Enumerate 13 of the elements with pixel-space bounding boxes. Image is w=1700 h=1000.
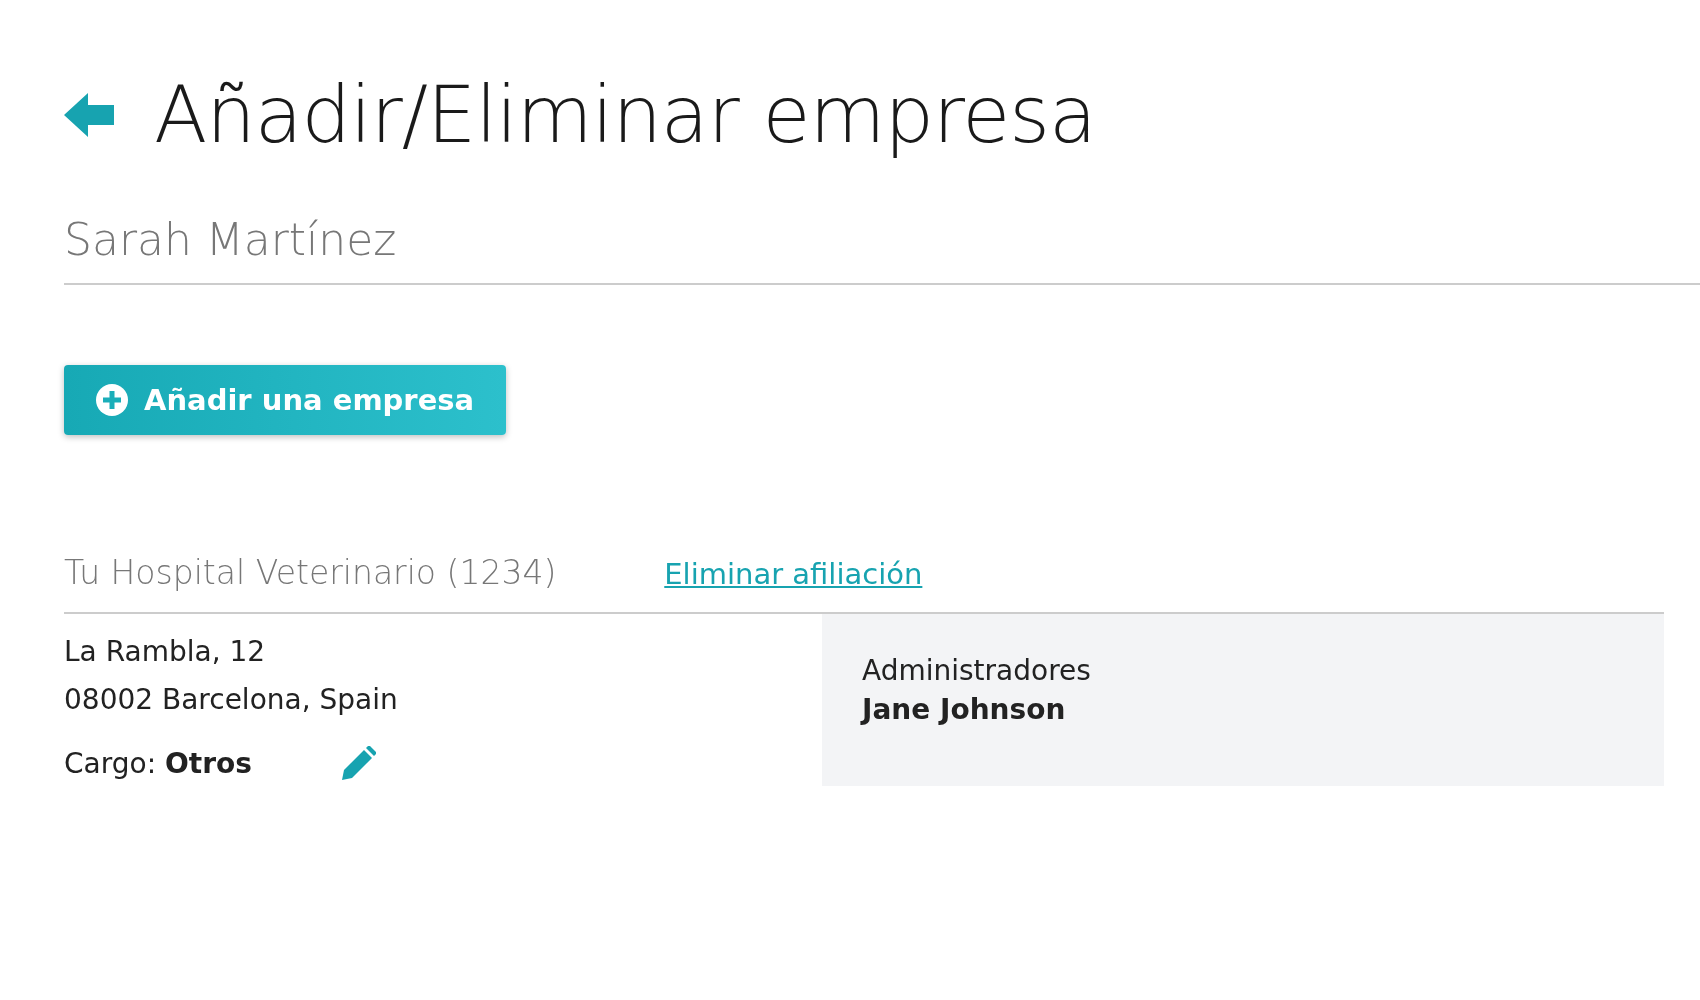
add-company-button[interactable]: Añadir una empresa (64, 365, 507, 435)
plus-circle-icon (96, 384, 128, 416)
remove-affiliation-link[interactable]: Eliminar afiliación (664, 557, 923, 591)
address-line: La Rambla, 12 (64, 634, 267, 670)
role-text: Cargo: Otros (64, 746, 252, 780)
page-title: Añadir/Eliminar empresa (154, 70, 1096, 160)
user-name: Sarah Martínez (64, 214, 398, 265)
company-name: Tu Hospital Veterinario (1234) (64, 553, 557, 592)
back-arrow-icon[interactable] (64, 93, 114, 137)
admins-label: Administradores (862, 654, 1092, 687)
address-line: 08002 Barcelona, Spain (64, 682, 399, 718)
pencil-icon[interactable] (341, 746, 376, 780)
admin-name: Jane Johnson (862, 693, 1067, 726)
